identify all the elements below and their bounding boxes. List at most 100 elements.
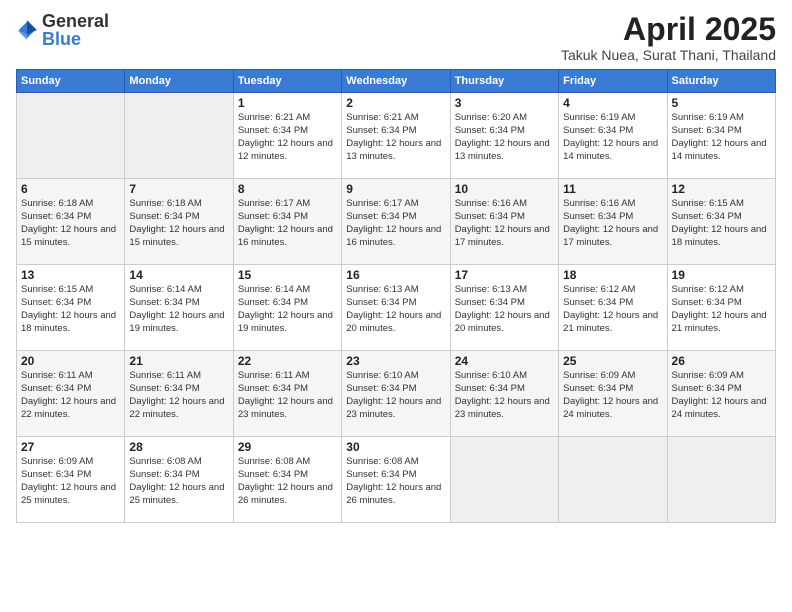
header-day: Monday bbox=[125, 70, 233, 93]
calendar-cell: 23Sunrise: 6:10 AMSunset: 6:34 PMDayligh… bbox=[342, 351, 450, 437]
calendar-cell: 30Sunrise: 6:08 AMSunset: 6:34 PMDayligh… bbox=[342, 437, 450, 523]
calendar-cell: 15 Sunrise: 6:14 AMSunset: 6:34 PMDayligh… bbox=[233, 265, 341, 351]
day-number: 22 bbox=[238, 354, 337, 368]
cell-info: Sunrise: 6:11 AMSunset: 6:34 PMDaylight:… bbox=[21, 370, 120, 421]
cell-info: Sunrise: 6:19 AMSunset: 6:34 PMDaylight:… bbox=[563, 112, 662, 163]
day-number: 13 bbox=[21, 268, 120, 282]
calendar-cell: 28 Sunrise: 6:08 AMSunset: 6:34 PMDayligh… bbox=[125, 437, 233, 523]
calendar-cell: 26 Sunrise: 6:09 AMSunset: 6:34 PMDayligh… bbox=[667, 351, 775, 437]
day-number: 8 bbox=[238, 182, 337, 196]
calendar-cell: 3Sunrise: 6:20 AMSunset: 6:34 PMDaylight… bbox=[450, 93, 558, 179]
cell-info: Sunrise: 6:21 AMSunset: 6:34 PMDaylight:… bbox=[346, 112, 445, 163]
day-number: 16 bbox=[346, 268, 445, 282]
day-number: 27 bbox=[21, 440, 120, 454]
calendar-cell bbox=[450, 437, 558, 523]
header-day: Tuesday bbox=[233, 70, 341, 93]
calendar-cell: 6Sunrise: 6:18 AMSunset: 6:34 PMDaylight… bbox=[17, 179, 125, 265]
cell-info: Sunrise: 6:08 AMSunset: 6:34 PMDaylight:… bbox=[129, 456, 228, 507]
cell-info: Sunrise: 6:12 AMSunset: 6:34 PMDaylight:… bbox=[672, 284, 771, 335]
cell-info: Sunrise: 6:09 AMSunset: 6:34 PMDaylight:… bbox=[563, 370, 662, 421]
cell-info: Sunrise: 6:18 AMSunset: 6:34 PMDaylight:… bbox=[21, 198, 120, 249]
cell-info: Sunrise: 6:16 AMSunset: 6:34 PMDaylight:… bbox=[455, 198, 554, 249]
cell-info: Sunrise: 6:08 AMSunset: 6:34 PMDaylight:… bbox=[238, 456, 337, 507]
header-day: Sunday bbox=[17, 70, 125, 93]
cell-info: Sunrise: 6:12 AMSunset: 6:34 PMDaylight:… bbox=[563, 284, 662, 335]
calendar-table: SundayMondayTuesdayWednesdayThursdayFrid… bbox=[16, 69, 776, 523]
calendar-cell: 22 Sunrise: 6:11 AMSunset: 6:34 PMDayligh… bbox=[233, 351, 341, 437]
calendar-cell: 11Sunrise: 6:16 AMSunset: 6:34 PMDayligh… bbox=[559, 179, 667, 265]
day-number: 23 bbox=[346, 354, 445, 368]
logo-blue: Blue bbox=[42, 29, 81, 49]
cell-info: Sunrise: 6:14 AMSunset: 6:34 PMDaylight:… bbox=[129, 284, 228, 335]
cell-info: Sunrise: 6:20 AMSunset: 6:34 PMDaylight:… bbox=[455, 112, 554, 163]
header-day: Wednesday bbox=[342, 70, 450, 93]
calendar-cell: 2Sunrise: 6:21 AMSunset: 6:34 PMDaylight… bbox=[342, 93, 450, 179]
calendar-week: 1 Sunrise: 6:21 AMSunset: 6:34 PMDaylight… bbox=[17, 93, 776, 179]
day-number: 12 bbox=[672, 182, 771, 196]
cell-info: Sunrise: 6:14 AMSunset: 6:34 PMDaylight:… bbox=[238, 284, 337, 335]
calendar-cell: 1 Sunrise: 6:21 AMSunset: 6:34 PMDaylight… bbox=[233, 93, 341, 179]
day-number: 26 bbox=[672, 354, 771, 368]
cell-info: Sunrise: 6:15 AMSunset: 6:34 PMDaylight:… bbox=[672, 198, 771, 249]
day-number: 24 bbox=[455, 354, 554, 368]
calendar-cell bbox=[559, 437, 667, 523]
calendar-cell: 18 Sunrise: 6:12 AMSunset: 6:34 PMDayligh… bbox=[559, 265, 667, 351]
cell-info: Sunrise: 6:13 AMSunset: 6:34 PMDaylight:… bbox=[455, 284, 554, 335]
cell-info: Sunrise: 6:13 AMSunset: 6:34 PMDaylight:… bbox=[346, 284, 445, 335]
location-title: Takuk Nuea, Surat Thani, Thailand bbox=[561, 47, 776, 63]
calendar-cell bbox=[125, 93, 233, 179]
day-number: 21 bbox=[129, 354, 228, 368]
cell-info: Sunrise: 6:21 AMSunset: 6:34 PMDaylight:… bbox=[238, 112, 337, 163]
logo: General Blue bbox=[16, 12, 109, 48]
calendar-week: 6Sunrise: 6:18 AMSunset: 6:34 PMDaylight… bbox=[17, 179, 776, 265]
calendar-cell: 17 Sunrise: 6:13 AMSunset: 6:34 PMDayligh… bbox=[450, 265, 558, 351]
day-number: 18 bbox=[563, 268, 662, 282]
calendar-cell: 13 Sunrise: 6:15 AMSunset: 6:34 PMDayligh… bbox=[17, 265, 125, 351]
calendar-cell: 27 Sunrise: 6:09 AMSunset: 6:34 PMDayligh… bbox=[17, 437, 125, 523]
calendar-cell: 19 Sunrise: 6:12 AMSunset: 6:34 PMDayligh… bbox=[667, 265, 775, 351]
calendar-cell: 29 Sunrise: 6:08 AMSunset: 6:34 PMDayligh… bbox=[233, 437, 341, 523]
day-number: 7 bbox=[129, 182, 228, 196]
cell-info: Sunrise: 6:08 AMSunset: 6:34 PMDaylight:… bbox=[346, 456, 445, 507]
month-title: April 2025 bbox=[561, 12, 776, 47]
cell-info: Sunrise: 6:17 AMSunset: 6:34 PMDaylight:… bbox=[346, 198, 445, 249]
cell-info: Sunrise: 6:18 AMSunset: 6:34 PMDaylight:… bbox=[129, 198, 228, 249]
day-number: 5 bbox=[672, 96, 771, 110]
cell-info: Sunrise: 6:10 AMSunset: 6:34 PMDaylight:… bbox=[455, 370, 554, 421]
day-number: 19 bbox=[672, 268, 771, 282]
day-number: 20 bbox=[21, 354, 120, 368]
day-number: 28 bbox=[129, 440, 228, 454]
calendar-week: 20 Sunrise: 6:11 AMSunset: 6:34 PMDayligh… bbox=[17, 351, 776, 437]
cell-info: Sunrise: 6:16 AMSunset: 6:34 PMDaylight:… bbox=[563, 198, 662, 249]
calendar-cell: 4 Sunrise: 6:19 AMSunset: 6:34 PMDaylight… bbox=[559, 93, 667, 179]
header: General Blue April 2025 Takuk Nuea, Sura… bbox=[16, 12, 776, 63]
title-area: April 2025 Takuk Nuea, Surat Thani, Thai… bbox=[561, 12, 776, 63]
calendar-cell bbox=[667, 437, 775, 523]
calendar-week: 13 Sunrise: 6:15 AMSunset: 6:34 PMDayligh… bbox=[17, 265, 776, 351]
day-number: 17 bbox=[455, 268, 554, 282]
calendar-cell: 25 Sunrise: 6:09 AMSunset: 6:34 PMDayligh… bbox=[559, 351, 667, 437]
calendar-body: 1 Sunrise: 6:21 AMSunset: 6:34 PMDaylight… bbox=[17, 93, 776, 523]
day-number: 4 bbox=[563, 96, 662, 110]
day-number: 15 bbox=[238, 268, 337, 282]
calendar-week: 27 Sunrise: 6:09 AMSunset: 6:34 PMDayligh… bbox=[17, 437, 776, 523]
calendar-cell: 9Sunrise: 6:17 AMSunset: 6:34 PMDaylight… bbox=[342, 179, 450, 265]
calendar-cell: 8Sunrise: 6:17 AMSunset: 6:34 PMDaylight… bbox=[233, 179, 341, 265]
logo-icon bbox=[16, 19, 38, 41]
calendar-header: SundayMondayTuesdayWednesdayThursdayFrid… bbox=[17, 70, 776, 93]
cell-info: Sunrise: 6:11 AMSunset: 6:34 PMDaylight:… bbox=[129, 370, 228, 421]
cell-info: Sunrise: 6:15 AMSunset: 6:34 PMDaylight:… bbox=[21, 284, 120, 335]
calendar-cell: 14 Sunrise: 6:14 AMSunset: 6:34 PMDayligh… bbox=[125, 265, 233, 351]
cell-info: Sunrise: 6:09 AMSunset: 6:34 PMDaylight:… bbox=[21, 456, 120, 507]
cell-info: Sunrise: 6:11 AMSunset: 6:34 PMDaylight:… bbox=[238, 370, 337, 421]
day-number: 14 bbox=[129, 268, 228, 282]
calendar-cell: 24 Sunrise: 6:10 AMSunset: 6:34 PMDayligh… bbox=[450, 351, 558, 437]
day-number: 25 bbox=[563, 354, 662, 368]
cell-info: Sunrise: 6:09 AMSunset: 6:34 PMDaylight:… bbox=[672, 370, 771, 421]
header-day: Friday bbox=[559, 70, 667, 93]
calendar-cell: 10 Sunrise: 6:16 AMSunset: 6:34 PMDayligh… bbox=[450, 179, 558, 265]
day-number: 1 bbox=[238, 96, 337, 110]
day-number: 10 bbox=[455, 182, 554, 196]
day-number: 29 bbox=[238, 440, 337, 454]
header-row: SundayMondayTuesdayWednesdayThursdayFrid… bbox=[17, 70, 776, 93]
